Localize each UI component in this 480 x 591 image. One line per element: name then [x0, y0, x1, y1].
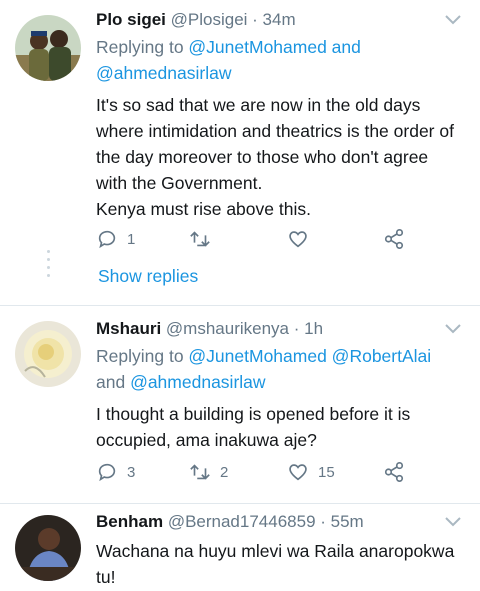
share-button[interactable] — [383, 460, 405, 484]
replying-prefix: Replying to — [96, 37, 189, 57]
mention-link[interactable]: @ahmednasirlaw — [130, 372, 265, 392]
replying-to: Replying to @JunetMohamed @RobertAlai an… — [96, 343, 466, 395]
tweet-header: Plo sigei @Plosigei · 34m — [96, 7, 466, 33]
handle-and-time: @Plosigei · 34m — [170, 10, 296, 29]
tweet-header: Benham @Bernad17446859 · 55m — [96, 509, 466, 535]
avatar[interactable] — [15, 321, 81, 387]
heart-icon — [289, 231, 307, 248]
chevron-down-icon[interactable] — [444, 516, 462, 528]
replying-prefix: Replying to — [96, 346, 189, 366]
tweet-mshauri[interactable]: Mshauri @mshaurikenya · 1h Replying to @… — [0, 306, 480, 503]
avatar[interactable] — [15, 15, 81, 81]
mention-link[interactable]: @ahmednasirlaw — [96, 63, 231, 83]
replying-to: Replying to @JunetMohamed and @ahmednasi… — [96, 34, 466, 86]
chevron-down-icon[interactable] — [444, 323, 462, 335]
reply-count: 3 — [127, 463, 136, 481]
tweet-text: I thought a building is opened before it… — [96, 404, 411, 450]
tweet-actions: 3 2 15 — [96, 460, 426, 484]
retweet-icon — [190, 231, 210, 247]
handle-and-time: @mshaurikenya · 1h — [165, 319, 324, 338]
thread-connector — [47, 266, 50, 269]
mention-link[interactable]: @JunetMohamed and — [188, 37, 360, 57]
like-button[interactable]: 15 — [287, 460, 335, 484]
tweet-text: Wachana na huyu mlevi wa Raila anaropokw… — [96, 541, 455, 587]
share-button[interactable] — [383, 227, 405, 251]
display-name[interactable]: Mshauri — [96, 319, 161, 338]
reply-count: 1 — [127, 230, 136, 248]
heart-icon — [289, 464, 307, 481]
display-name[interactable]: Plo sigei — [96, 10, 166, 29]
display-name[interactable]: Benham — [96, 512, 163, 531]
retweet-count: 2 — [220, 463, 229, 481]
tweet-text: It's so sad that we are now in the old d… — [96, 95, 454, 219]
chevron-down-icon[interactable] — [444, 14, 462, 26]
mention-link[interactable]: @JunetMohamed @RobertAlai — [188, 346, 431, 366]
retweet-icon — [190, 464, 210, 480]
retweet-button[interactable]: 2 — [189, 460, 228, 484]
thread-connector — [47, 250, 50, 253]
reply-icon — [98, 463, 116, 482]
tweet-header: Mshauri @mshaurikenya · 1h — [96, 316, 466, 342]
tweet-benham[interactable]: Benham @Bernad17446859 · 55m Wachana na … — [0, 504, 480, 591]
thread-connector — [47, 274, 50, 277]
share-icon — [384, 462, 404, 482]
like-button[interactable] — [287, 227, 318, 251]
share-icon — [384, 229, 404, 249]
avatar[interactable] — [15, 515, 81, 581]
reply-icon — [98, 230, 116, 249]
like-count: 15 — [318, 463, 335, 481]
reply-button[interactable]: 3 — [96, 460, 135, 484]
replying-and: and — [96, 372, 131, 392]
tweet-actions: 1 — [96, 227, 426, 251]
retweet-button[interactable] — [189, 227, 220, 251]
show-replies-link[interactable]: Show replies — [98, 266, 198, 287]
tweet-plo-sigei[interactable]: Plo sigei @Plosigei · 34m Replying to @J… — [0, 0, 480, 305]
reply-button[interactable]: 1 — [96, 227, 135, 251]
thread-connector — [47, 258, 50, 261]
handle-and-time: @Bernad17446859 · 55m — [167, 512, 364, 531]
